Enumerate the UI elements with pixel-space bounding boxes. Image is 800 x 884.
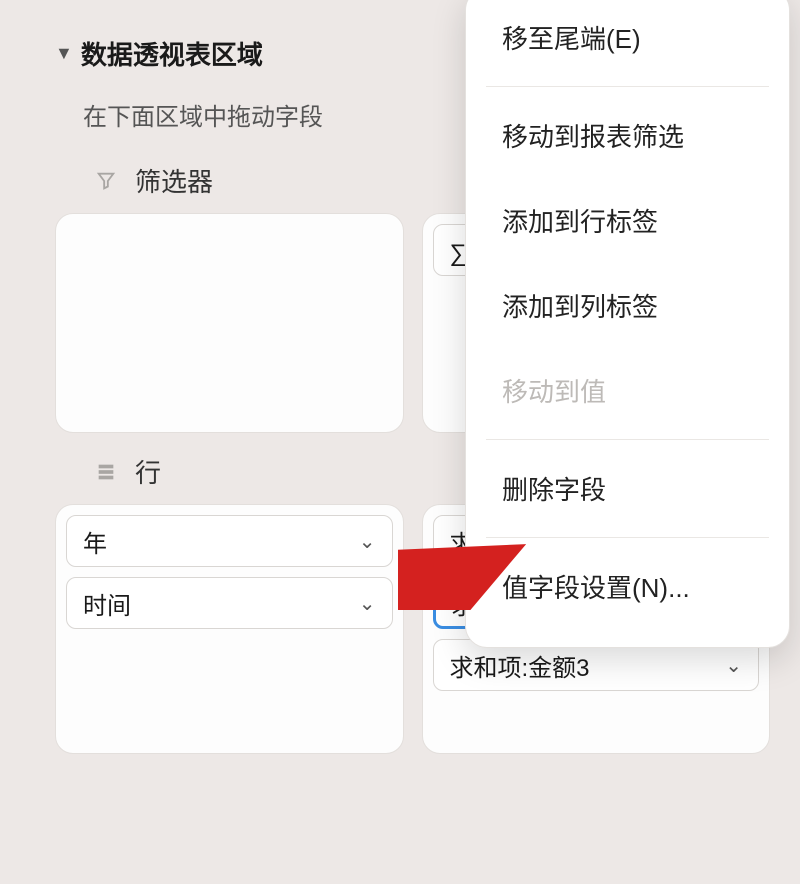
- rows-header: 行: [55, 453, 404, 504]
- funnel-icon: [95, 170, 117, 192]
- menu-add-to-column-labels[interactable]: 添加到列标签: [466, 263, 789, 348]
- field-label: 时间: [83, 586, 131, 621]
- section-title: 数据透视表区域: [81, 35, 263, 72]
- collapse-icon: ▼: [55, 43, 73, 64]
- menu-move-to-values: 移动到值: [466, 348, 789, 433]
- chevron-down-icon: ⌄: [359, 591, 376, 616]
- row-field-year[interactable]: 年 ⌄: [66, 515, 393, 567]
- menu-separator: [486, 439, 769, 440]
- chevron-down-icon: ⌄: [725, 653, 742, 678]
- filter-dropzone[interactable]: [55, 213, 404, 433]
- filter-label: 筛选器: [135, 162, 213, 199]
- menu-add-to-row-labels[interactable]: 添加到行标签: [466, 178, 789, 263]
- context-menu: 移至尾端(E) 移动到报表筛选 添加到行标签 添加到列标签 移动到值 删除字段 …: [465, 0, 790, 648]
- menu-separator: [486, 537, 769, 538]
- menu-separator: [486, 86, 769, 87]
- menu-value-field-settings[interactable]: 值字段设置(N)...: [466, 544, 789, 629]
- filter-header: 筛选器: [55, 162, 404, 213]
- menu-delete-field[interactable]: 删除字段: [466, 446, 789, 531]
- menu-move-to-end[interactable]: 移至尾端(E): [466, 0, 789, 80]
- rows-icon: [95, 461, 117, 483]
- field-label: 年: [83, 524, 107, 559]
- chevron-down-icon: ⌄: [359, 529, 376, 554]
- field-label: 求和项:金额3: [450, 648, 590, 683]
- rows-label: 行: [135, 453, 161, 490]
- row-field-time[interactable]: 时间 ⌄: [66, 577, 393, 629]
- menu-move-to-report-filter[interactable]: 移动到报表筛选: [466, 93, 789, 178]
- rows-dropzone[interactable]: 年 ⌄ 时间 ⌄: [55, 504, 404, 754]
